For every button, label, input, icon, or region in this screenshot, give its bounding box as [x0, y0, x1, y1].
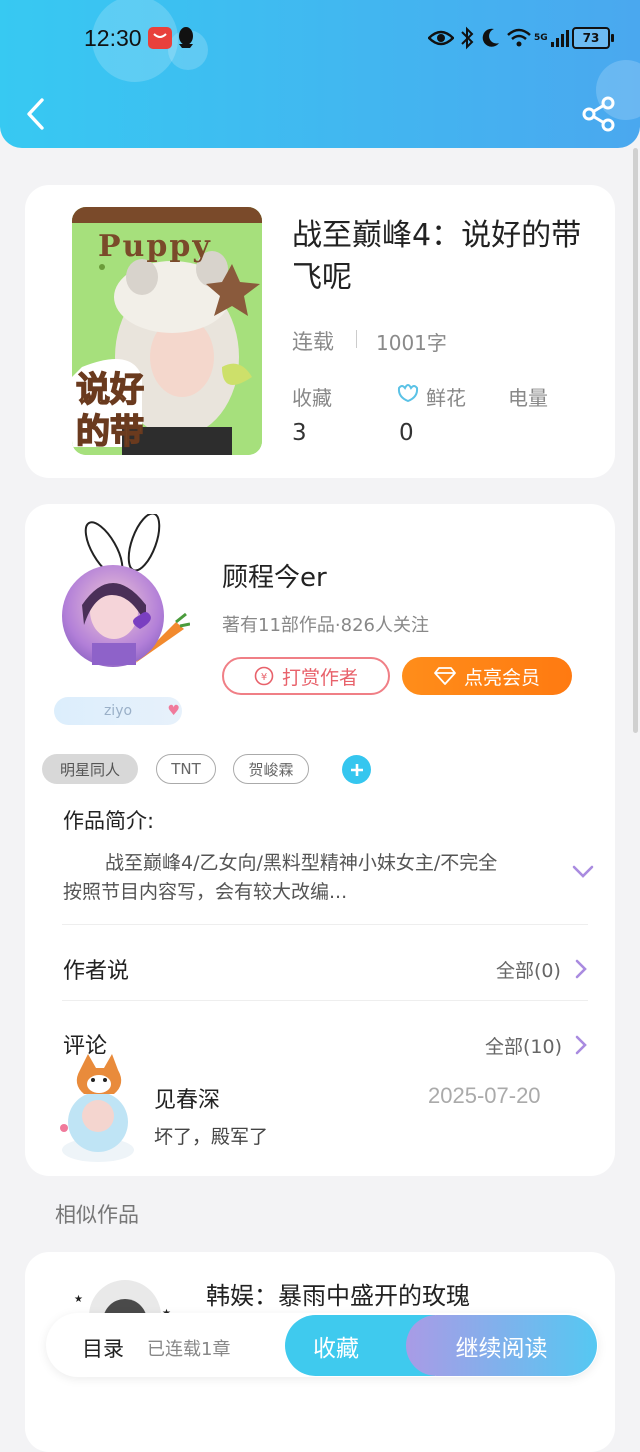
tag-0[interactable]: 明星同人	[42, 754, 138, 784]
flowers-count: 0	[399, 420, 414, 446]
comment-date: 2025-07-20	[428, 1083, 541, 1108]
author-avatar[interactable]	[62, 565, 164, 667]
author-badge-text: ziyo	[103, 703, 133, 719]
author-badge: ziyo ♥	[54, 697, 182, 725]
favorites-label: 收藏	[292, 386, 332, 410]
svg-text:¥: ¥	[261, 672, 267, 683]
share-icon	[582, 96, 615, 132]
cover-top-text: Puppy	[98, 229, 212, 264]
expand-intro-button[interactable]	[571, 864, 595, 884]
scrollbar-thumb[interactable]	[633, 148, 638, 733]
author-says-all-text: 全部(0)	[496, 960, 561, 982]
comment-item[interactable]: 见春深 2025-07-20 坏了，殿军了	[52, 1050, 592, 1170]
divider	[62, 1000, 588, 1001]
heart-icon: ♥	[167, 703, 180, 719]
book-status: 连载	[292, 330, 334, 354]
continue-reading-button[interactable]: 继续阅读	[406, 1315, 597, 1376]
eye-icon	[428, 24, 454, 52]
wifi-icon	[506, 24, 532, 52]
toc-button[interactable]: 目录	[82, 1333, 124, 1363]
add-tag-button[interactable]	[342, 755, 371, 784]
battery-level: 73	[572, 27, 610, 49]
network-type: 5G	[534, 33, 548, 43]
similar-label: 相似作品	[55, 1203, 139, 1227]
commenter-avatar[interactable]	[52, 1050, 144, 1166]
back-button[interactable]	[20, 96, 56, 132]
similar-work-title[interactable]: 韩娱：暴雨中盛开的玫瑰	[206, 1276, 470, 1311]
diamond-icon	[434, 667, 456, 685]
vip-member-label: 点亮会员	[463, 666, 540, 689]
meta-divider	[356, 330, 357, 348]
author-says-label: 作者说	[63, 959, 130, 984]
vip-member-button[interactable]: 点亮会员	[402, 657, 572, 695]
chevron-right-icon	[575, 959, 587, 979]
tag-2[interactable]: 贺峻霖	[233, 754, 309, 784]
header-bar: 12:30 5G 73	[0, 0, 640, 148]
tip-author-label: 打赏作者	[281, 666, 358, 689]
share-button[interactable]	[580, 96, 618, 132]
author-name[interactable]: 顾程今er	[222, 557, 327, 594]
commenter-name: 见春深	[154, 1088, 221, 1113]
bluetooth-icon	[460, 24, 474, 52]
tag-1[interactable]: TNT	[156, 754, 216, 784]
cover-title-text: 说好的带飞呢	[75, 369, 145, 455]
flowers-label: 鲜花	[426, 386, 466, 410]
signal-icon: 5G	[534, 24, 572, 52]
intro-text-line1: 战至巅峰4/乙女向/黑料型精神小妹女主/不完全	[105, 852, 498, 874]
svg-text:★: ★	[74, 1294, 83, 1305]
coin-icon: ¥	[254, 666, 274, 686]
battery-icon: 73	[572, 24, 614, 52]
favorites-count: 3	[292, 420, 307, 446]
plus-icon	[350, 763, 363, 776]
intro-text-line2: 按照节目内容写，会有较大改编...	[63, 881, 348, 903]
divider	[62, 924, 588, 925]
chevron-down-icon	[572, 865, 594, 878]
power-label: 电量	[508, 386, 548, 410]
chevron-left-icon	[27, 98, 44, 130]
huawei-app-icon	[148, 24, 172, 52]
favorite-button-label: 收藏	[313, 1335, 359, 1362]
tip-author-button[interactable]: ¥ 打赏作者	[222, 657, 390, 695]
continue-reading-label: 继续阅读	[455, 1335, 548, 1362]
qq-icon	[176, 24, 196, 52]
book-cover[interactable]: Puppy 说好的带飞呢	[72, 207, 262, 455]
moon-icon	[480, 24, 500, 52]
book-title: 战至巅峰4：说好的带飞呢	[292, 218, 582, 295]
word-count: 1001字	[376, 331, 447, 355]
intro-label: 作品简介:	[63, 809, 155, 833]
author-meta: 著有11部作品·826人关注	[222, 615, 429, 636]
flower-icon	[396, 380, 420, 408]
author-says-all-link[interactable]: 全部(0)	[496, 955, 592, 983]
status-time: 12:30	[84, 25, 142, 51]
comment-text: 坏了，殿军了	[154, 1126, 269, 1148]
chapter-progress: 已连载1章	[147, 1339, 231, 1360]
status-bar: 12:30 5G 73	[0, 0, 640, 80]
